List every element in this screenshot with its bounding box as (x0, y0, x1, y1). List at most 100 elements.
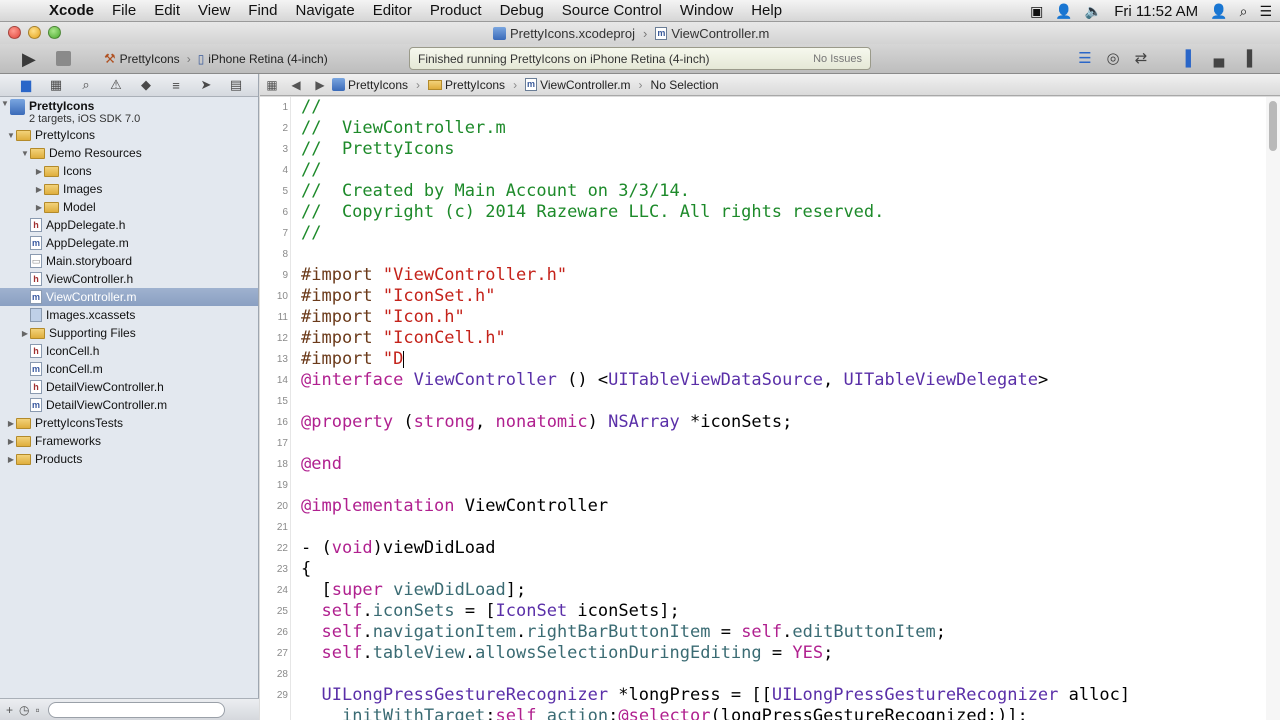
breadcrumb-group[interactable]: PrettyIcons (445, 78, 505, 92)
code-line[interactable]: 6 // Copyright (c) 2014 Razeware LLC. All… (260, 202, 1266, 223)
user-menu-icon[interactable]: 👤 (1210, 0, 1227, 22)
menu-product[interactable]: Product (421, 0, 491, 22)
source-editor[interactable]: 1 // 2 // ViewController.m 3 // PrettyIcons 4 /… (260, 97, 1280, 720)
log-navigator-icon[interactable]: ▤ (221, 77, 251, 93)
navigator-item[interactable]: ▶ Images (0, 180, 258, 198)
scheme-selector[interactable]: ⚒ PrettyIcons › ▯ iPhone Retina (4-inch) (104, 50, 328, 68)
code-line[interactable]: 18 @end (260, 454, 1266, 475)
disclosure-closed-icon[interactable]: ▶ (6, 419, 16, 428)
code-line[interactable]: 25 self.iconSets = [IconSet iconSets]; (260, 601, 1266, 622)
code-line[interactable]: 29 UILongPressGestureRecognizer *longPre… (260, 685, 1266, 706)
code-line[interactable]: 26 self.navigationItem.rightBarButtonIte… (260, 622, 1266, 643)
breadcrumb-project[interactable]: PrettyIcons (348, 78, 408, 92)
forward-arrow-icon[interactable]: ▶ (308, 78, 332, 92)
navigator-filter-input[interactable] (47, 701, 225, 718)
navigator-item[interactable]: ▶ Frameworks (0, 432, 258, 450)
window-title-project[interactable]: PrettyIcons.xcodeproj (510, 26, 635, 41)
zoom-window-button[interactable] (48, 26, 61, 39)
version-editor-icon[interactable]: ⇄ (1130, 49, 1152, 69)
code-line[interactable]: 23 { (260, 559, 1266, 580)
test-navigator-icon[interactable]: ◆ (131, 77, 161, 93)
code-line[interactable]: 19 (260, 475, 1266, 496)
find-navigator-icon[interactable]: ⌕ (71, 77, 101, 93)
menu-source-control[interactable]: Source Control (553, 0, 671, 22)
disclosure-open-icon[interactable]: ▼ (20, 149, 30, 158)
menu-clock[interactable]: Fri 11:52 AM (1114, 3, 1198, 20)
code-line[interactable]: 2 // ViewController.m (260, 118, 1266, 139)
menu-xcode[interactable]: Xcode (40, 0, 103, 22)
editor-scroll-thumb[interactable] (1269, 101, 1277, 151)
code-line[interactable]: 20 @implementation ViewController (260, 496, 1266, 517)
code-line[interactable]: 4 // (260, 160, 1266, 181)
disclosure-closed-icon[interactable]: ▶ (34, 167, 44, 176)
code-line[interactable]: initWithTarget:self action:@selector(lon… (260, 706, 1266, 720)
menu-file[interactable]: File (103, 0, 145, 22)
code-line[interactable]: 21 (260, 517, 1266, 538)
window-title-file[interactable]: ViewController.m (671, 26, 769, 41)
recent-files-clock-icon[interactable]: ◷ (19, 703, 29, 717)
code-line[interactable]: 28 (260, 664, 1266, 685)
disclosure-closed-icon[interactable]: ▶ (34, 185, 44, 194)
code-line[interactable]: 10 #import "IconSet.h" (260, 286, 1266, 307)
code-line[interactable]: 24 [super viewDidLoad]; (260, 580, 1266, 601)
code-line[interactable]: 5 // Created by Main Account on 3/3/14. (260, 181, 1266, 202)
navigator-item[interactable]: m ViewController.m (0, 288, 258, 306)
code-line[interactable]: 17 (260, 433, 1266, 454)
navigator-item[interactable]: h AppDelegate.h (0, 216, 258, 234)
navigator-item[interactable]: ▭ Main.storyboard (0, 252, 258, 270)
breadcrumb-selection[interactable]: No Selection (651, 78, 719, 92)
debug-area-toggle-icon[interactable]: ▄ (1208, 49, 1230, 69)
screen-recorder-icon[interactable]: ▣ (1030, 0, 1043, 22)
code-line[interactable]: 9 #import "ViewController.h" (260, 265, 1266, 286)
close-window-button[interactable] (8, 26, 21, 39)
code-line[interactable]: 8 (260, 244, 1266, 265)
issues-count[interactable]: No Issues (813, 53, 862, 65)
code-line[interactable]: 22 - (void)viewDidLoad (260, 538, 1266, 559)
navigator-item[interactable]: ▶ PrettyIconsTests (0, 414, 258, 432)
navigator-item[interactable]: h ViewController.h (0, 270, 258, 288)
navigator-item[interactable]: Images.xcassets (0, 306, 258, 324)
code-line[interactable]: 27 self.tableView.allowsSelectionDuringE… (260, 643, 1266, 664)
volume-icon[interactable]: 🔈 (1085, 0, 1102, 22)
code-line[interactable]: 14 @interface ViewController () <UITableV… (260, 370, 1266, 391)
disclosure-closed-icon[interactable]: ▶ (20, 329, 30, 338)
menu-window[interactable]: Window (671, 0, 742, 22)
navigator-item[interactable]: m AppDelegate.m (0, 234, 258, 252)
spotlight-search-icon[interactable]: ⌕ (1240, 0, 1248, 22)
code-line[interactable]: 15 (260, 391, 1266, 412)
code-line[interactable]: 1 // (260, 97, 1266, 118)
navigator-toggle-icon[interactable]: ▌ (1180, 49, 1202, 69)
code-line[interactable]: 13 #import "D (260, 349, 1266, 370)
menu-find[interactable]: Find (239, 0, 286, 22)
navigator-item[interactable]: ▼ Demo Resources (0, 144, 258, 162)
disclosure-open-icon[interactable]: ▼ (0, 99, 10, 108)
navigator-item[interactable]: ▶ Supporting Files (0, 324, 258, 342)
symbol-navigator-icon[interactable]: ▦ (41, 77, 71, 93)
scm-filter-icon[interactable]: ▫ (36, 703, 40, 717)
navigator-item[interactable]: m IconCell.m (0, 360, 258, 378)
menu-navigate[interactable]: Navigate (286, 0, 363, 22)
code-line[interactable]: 7 // (260, 223, 1266, 244)
navigator-item[interactable]: ▶ Icons (0, 162, 258, 180)
stop-button[interactable] (56, 51, 71, 66)
project-navigator-icon[interactable]: ▆ (11, 77, 41, 93)
project-root[interactable]: ▼ PrettyIcons 2 targets, iOS SDK 7.0 (0, 98, 258, 126)
standard-editor-icon[interactable]: ☰ (1074, 49, 1096, 69)
navigator-item[interactable]: ▶ Products (0, 450, 258, 468)
navigator-item[interactable]: h IconCell.h (0, 342, 258, 360)
code-line[interactable]: 3 // PrettyIcons (260, 139, 1266, 160)
back-arrow-icon[interactable]: ◀ (284, 78, 308, 92)
related-items-icon[interactable]: ▦ (260, 78, 284, 92)
issue-navigator-icon[interactable]: ⚠ (101, 77, 131, 93)
utilities-toggle-icon[interactable]: ▐ (1236, 49, 1258, 69)
breakpoint-navigator-icon[interactable]: ➤ (191, 77, 221, 93)
user-icon[interactable]: 👤 (1055, 0, 1072, 22)
run-button[interactable]: ▶ (22, 49, 42, 69)
disclosure-open-icon[interactable]: ▼ (6, 131, 16, 140)
minimize-window-button[interactable] (28, 26, 41, 39)
add-icon[interactable]: + (6, 703, 13, 717)
debug-navigator-icon[interactable]: ≡ (161, 78, 191, 93)
navigator-item[interactable]: m DetailViewController.m (0, 396, 258, 414)
code-line[interactable]: 11 #import "Icon.h" (260, 307, 1266, 328)
menu-edit[interactable]: Edit (145, 0, 189, 22)
